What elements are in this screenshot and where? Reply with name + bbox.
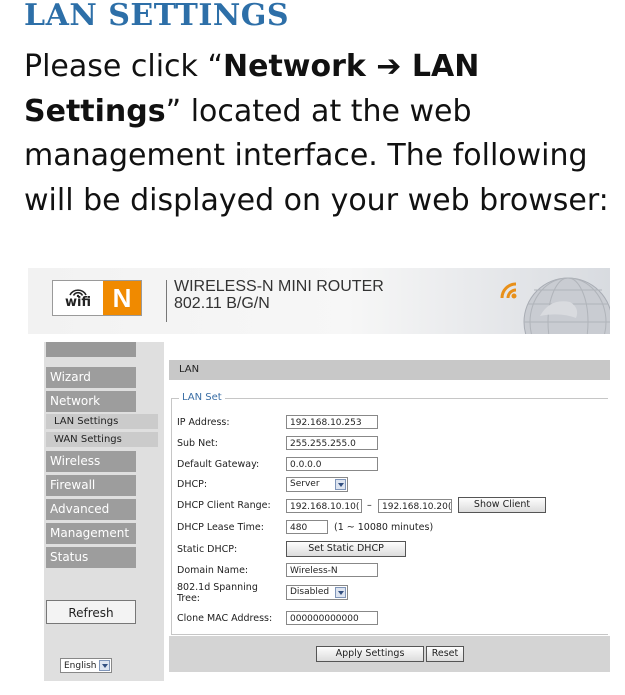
static-dhcp-label: Static DHCP: [177, 544, 238, 555]
spanning-tree-select[interactable]: Disabled [286, 585, 348, 600]
ip-address-input[interactable]: 192.168.10.253 [286, 415, 378, 429]
lease-time-label: DHCP Lease Time: [177, 522, 264, 533]
nav-status[interactable]: Status [46, 547, 136, 568]
ip-address-label: IP Address: [177, 417, 230, 428]
nav-network[interactable]: Network [46, 391, 136, 412]
subnet-label: Sub Net: [177, 438, 218, 449]
reset-button[interactable]: Reset [426, 646, 464, 662]
chevron-down-icon[interactable] [335, 587, 346, 598]
router-header: wifi N WIRELESS-N MINI ROUTER 802.11 B/G… [28, 268, 610, 334]
doc-title: LAN SETTINGS [24, 0, 290, 33]
n-logo-badge: N [103, 281, 141, 315]
product-standard: 802.11 B/G/N [174, 295, 270, 312]
chevron-down-icon[interactable] [335, 479, 346, 490]
product-name: WIRELESS-N MINI ROUTER [174, 278, 384, 295]
nav-sub-wan-settings[interactable]: WAN Settings [46, 432, 158, 447]
clone-mac-input[interactable]: 000000000000 [286, 611, 378, 625]
doc-para-pre: Please click “ [24, 49, 223, 84]
fieldset-legend: LAN Set [179, 392, 225, 403]
doc-instructions: Please click “Network ➔ LAN Settings” lo… [24, 45, 614, 223]
lease-time-hint: (1 ~ 10080 minutes) [334, 522, 434, 533]
panel-title-bar: LAN [169, 360, 610, 380]
dhcp-range-end-input[interactable]: 192.168.10.20( [378, 499, 452, 513]
nav-wireless[interactable]: Wireless [46, 451, 136, 472]
dhcp-select-value: Server [290, 479, 320, 489]
clone-mac-label: Clone MAC Address: [177, 613, 273, 624]
dhcp-label: DHCP: [177, 479, 208, 490]
nav-advanced[interactable]: Advanced [46, 499, 136, 520]
dhcp-range-start-input[interactable]: 192.168.10.10( [286, 499, 362, 513]
subnet-input[interactable]: 255.255.255.0 [286, 436, 378, 450]
show-client-button[interactable]: Show Client [458, 497, 546, 513]
left-nav-top-strip [46, 342, 136, 357]
nav-firewall[interactable]: Firewall [46, 475, 136, 496]
refresh-button[interactable]: Refresh [46, 600, 136, 624]
spanning-tree-label-line2: Tree: [177, 593, 200, 604]
dhcp-select[interactable]: Server [286, 477, 348, 492]
apply-settings-button[interactable]: Apply Settings [316, 646, 424, 662]
globe-signal-icon [500, 277, 610, 334]
brand-logo: wifi N [52, 280, 142, 316]
nav-sub-lan-settings[interactable]: LAN Settings [46, 414, 158, 429]
language-value: English [64, 661, 97, 671]
chevron-down-icon[interactable] [99, 660, 110, 671]
set-static-dhcp-button[interactable]: Set Static DHCP [286, 541, 406, 557]
range-separator: – [367, 500, 372, 511]
spanning-tree-value: Disabled [290, 587, 330, 597]
domain-name-label: Domain Name: [177, 565, 249, 576]
wifi-logo-text: wifi [64, 294, 92, 310]
product-title: WIRELESS-N MINI ROUTER 802.11 B/G/N [174, 278, 384, 312]
domain-name-input[interactable]: Wireless-N [286, 563, 378, 577]
nav-management[interactable]: Management [46, 523, 136, 544]
gateway-label: Default Gateway: [177, 459, 260, 470]
language-select[interactable]: English [60, 658, 112, 673]
spanning-tree-label-line1: 802.1d Spanning [177, 582, 258, 593]
nav-wizard[interactable]: Wizard [46, 367, 136, 388]
dhcp-range-label: DHCP Client Range: [177, 500, 271, 511]
lease-time-input[interactable]: 480 [286, 520, 328, 534]
header-divider [166, 280, 167, 322]
spanning-tree-label: 802.1d Spanning Tree: [177, 582, 258, 604]
router-screenshot: wifi N WIRELESS-N MINI ROUTER 802.11 B/G… [28, 268, 610, 681]
gateway-input[interactable]: 0.0.0.0 [286, 457, 378, 471]
wifi-logo: wifi [53, 281, 103, 315]
